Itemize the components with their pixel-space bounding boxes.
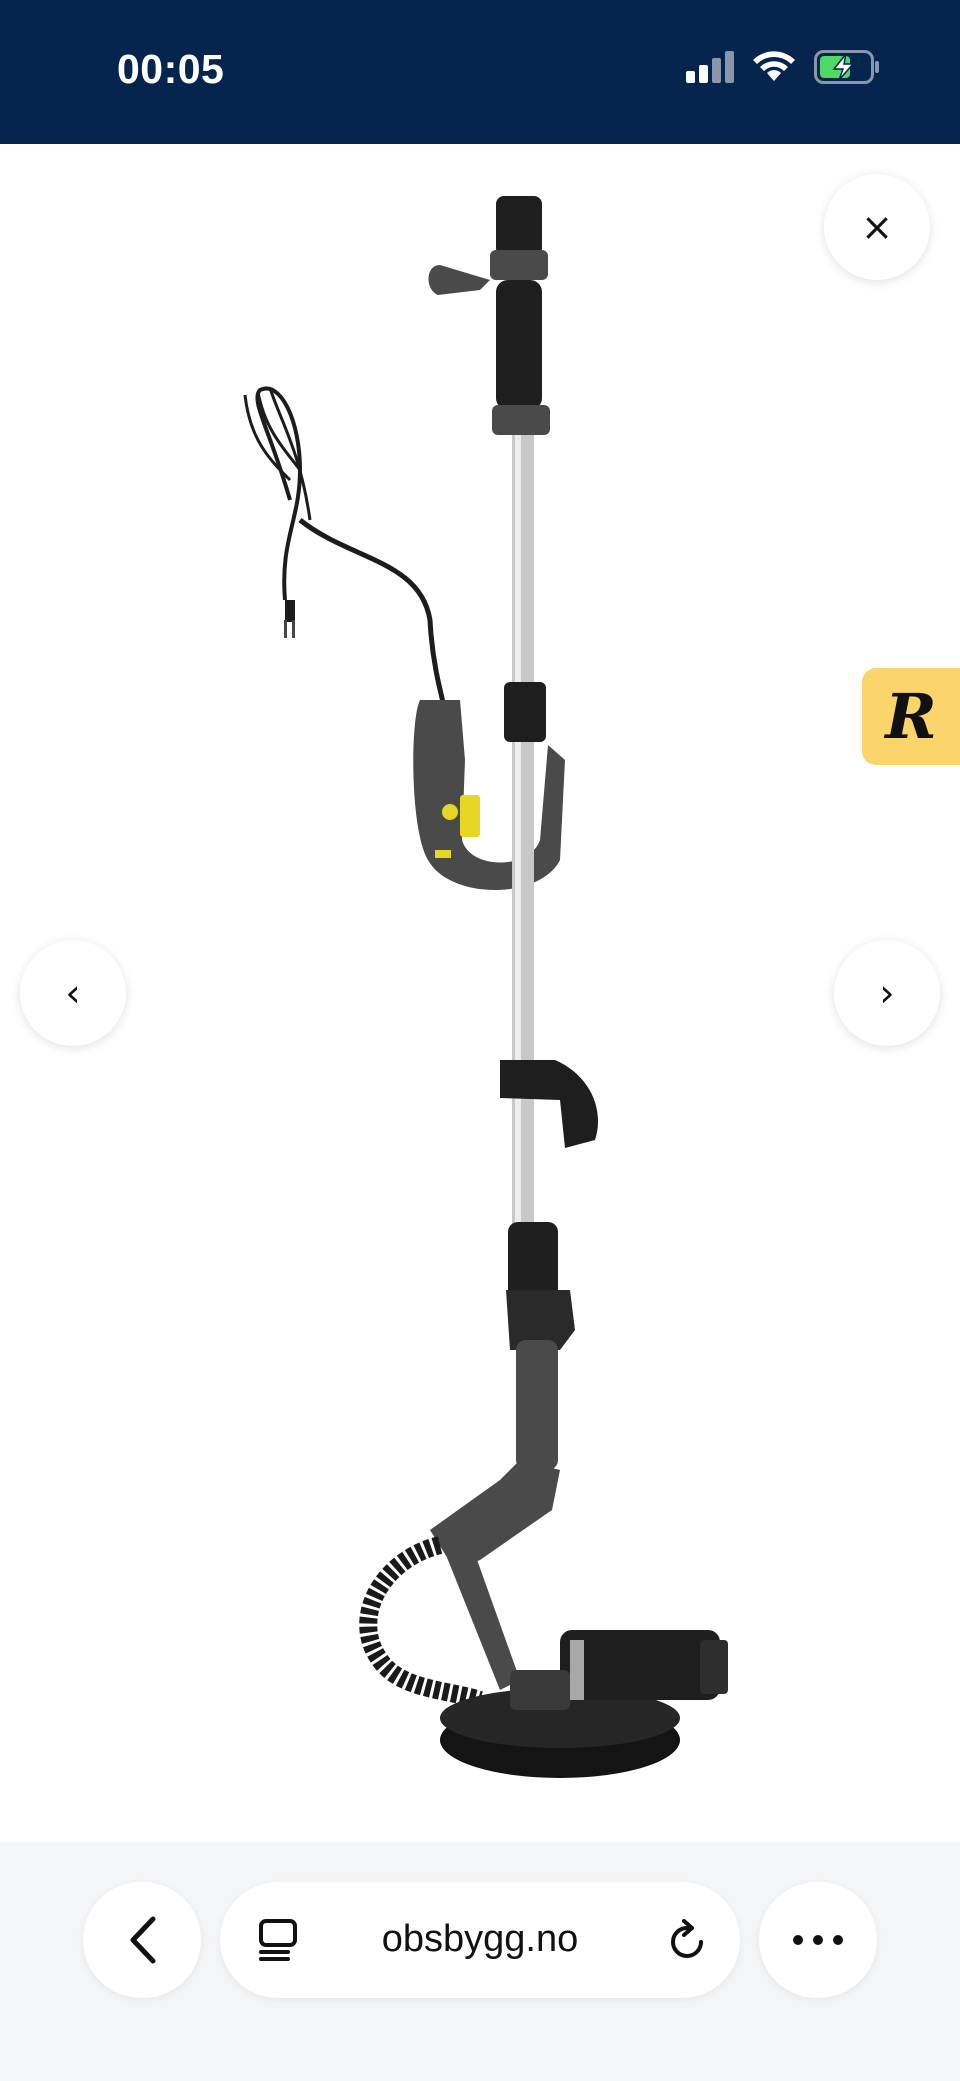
chevron-left-icon: ‹: [65, 971, 81, 1015]
close-icon: ×: [861, 205, 893, 249]
next-image-button[interactable]: ›: [834, 940, 940, 1046]
reader-badge[interactable]: R: [862, 668, 960, 765]
previous-image-button[interactable]: ‹: [20, 940, 126, 1046]
reader-badge-label: R: [885, 680, 937, 753]
url-text: obsbygg.no: [381, 1918, 579, 1960]
chevron-right-icon: ›: [879, 971, 895, 1015]
address-bar[interactable]: obsbygg.no: [220, 1882, 740, 1998]
image-gallery: × R ‹ ›: [0, 144, 960, 1842]
reload-icon[interactable]: [668, 1918, 708, 1962]
back-icon: [130, 1916, 156, 1964]
close-button[interactable]: ×: [824, 174, 930, 280]
more-button[interactable]: [759, 1882, 877, 1998]
product-image: [243, 196, 728, 1778]
back-button[interactable]: [83, 1882, 201, 1998]
status-icons: [686, 50, 880, 84]
battery-charging-icon: [814, 50, 879, 84]
status-bar: 00:05: [0, 0, 960, 144]
signal-icon: [686, 51, 734, 83]
wifi-icon: [753, 51, 795, 81]
status-time: 00:05: [117, 46, 225, 92]
more-icon: [793, 1935, 843, 1945]
